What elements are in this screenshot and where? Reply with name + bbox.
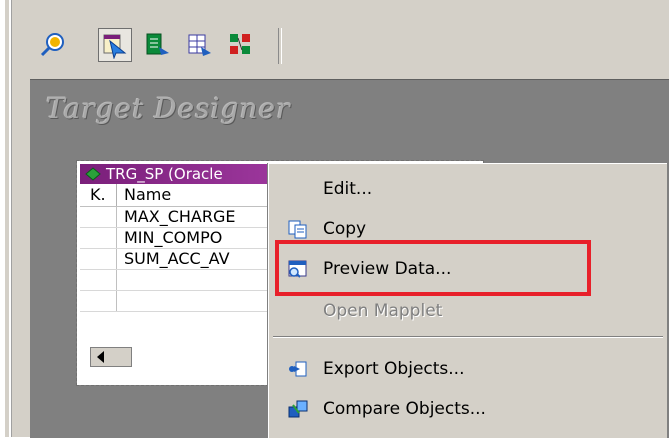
preview-data-highlight-box bbox=[275, 240, 591, 296]
mapplet-icon bbox=[188, 34, 211, 56]
toolbar-separator bbox=[278, 28, 282, 64]
menu-item-export-objects-label: Export Objects... bbox=[323, 359, 465, 379]
mapplet-designer-button[interactable] bbox=[182, 28, 216, 62]
menu-item-open-mapplet: Open Mapplet bbox=[269, 294, 667, 328]
key-cell bbox=[90, 249, 117, 269]
table-icon bbox=[85, 167, 101, 181]
context-menu: Edit... Copy Preview Data... Open Mapple… bbox=[268, 163, 667, 438]
column-name-cell: MAX_CHARGE bbox=[124, 207, 236, 226]
menu-item-compare-objects-label: Compare Objects... bbox=[323, 399, 486, 419]
transformation-developer-button[interactable] bbox=[140, 28, 174, 62]
compare-objects-icon bbox=[288, 400, 308, 418]
key-cell bbox=[90, 270, 117, 290]
transformation-icon bbox=[146, 33, 169, 55]
menu-separator bbox=[273, 336, 663, 338]
mapping-designer-button[interactable] bbox=[224, 28, 258, 62]
source-analyzer-button[interactable] bbox=[36, 28, 70, 62]
designer-toolbar bbox=[12, 14, 669, 76]
target-designer-button[interactable] bbox=[98, 28, 132, 62]
magnifier-globe-icon bbox=[40, 33, 64, 57]
key-cell bbox=[90, 207, 117, 227]
menu-item-edit[interactable]: Edit... bbox=[269, 172, 667, 206]
key-cell bbox=[90, 291, 117, 311]
mapping-icon bbox=[230, 34, 250, 54]
column-name-cell: SUM_ACC_AV bbox=[124, 249, 230, 268]
copy-icon bbox=[288, 220, 307, 239]
key-cell bbox=[90, 228, 117, 248]
menu-item-compare-objects[interactable]: Compare Objects... bbox=[269, 392, 667, 426]
name-column-header: Name bbox=[124, 185, 172, 204]
column-name-cell: MIN_COMPO bbox=[124, 228, 223, 247]
target-table-title: TRG_SP (Oracle bbox=[106, 165, 223, 183]
target-designer-icon bbox=[103, 34, 127, 59]
export-objects-icon bbox=[289, 361, 307, 377]
key-column-header: K. bbox=[90, 184, 117, 206]
scroll-left-arrow-icon bbox=[97, 351, 104, 363]
menu-item-export-objects[interactable]: Export Objects... bbox=[269, 352, 667, 386]
menu-item-open-mapplet-label: Open Mapplet bbox=[323, 301, 443, 321]
horizontal-scroll-left-button[interactable] bbox=[90, 347, 132, 367]
workspace-title: Target Designer bbox=[46, 92, 291, 125]
menu-item-edit-label: Edit... bbox=[323, 179, 373, 199]
